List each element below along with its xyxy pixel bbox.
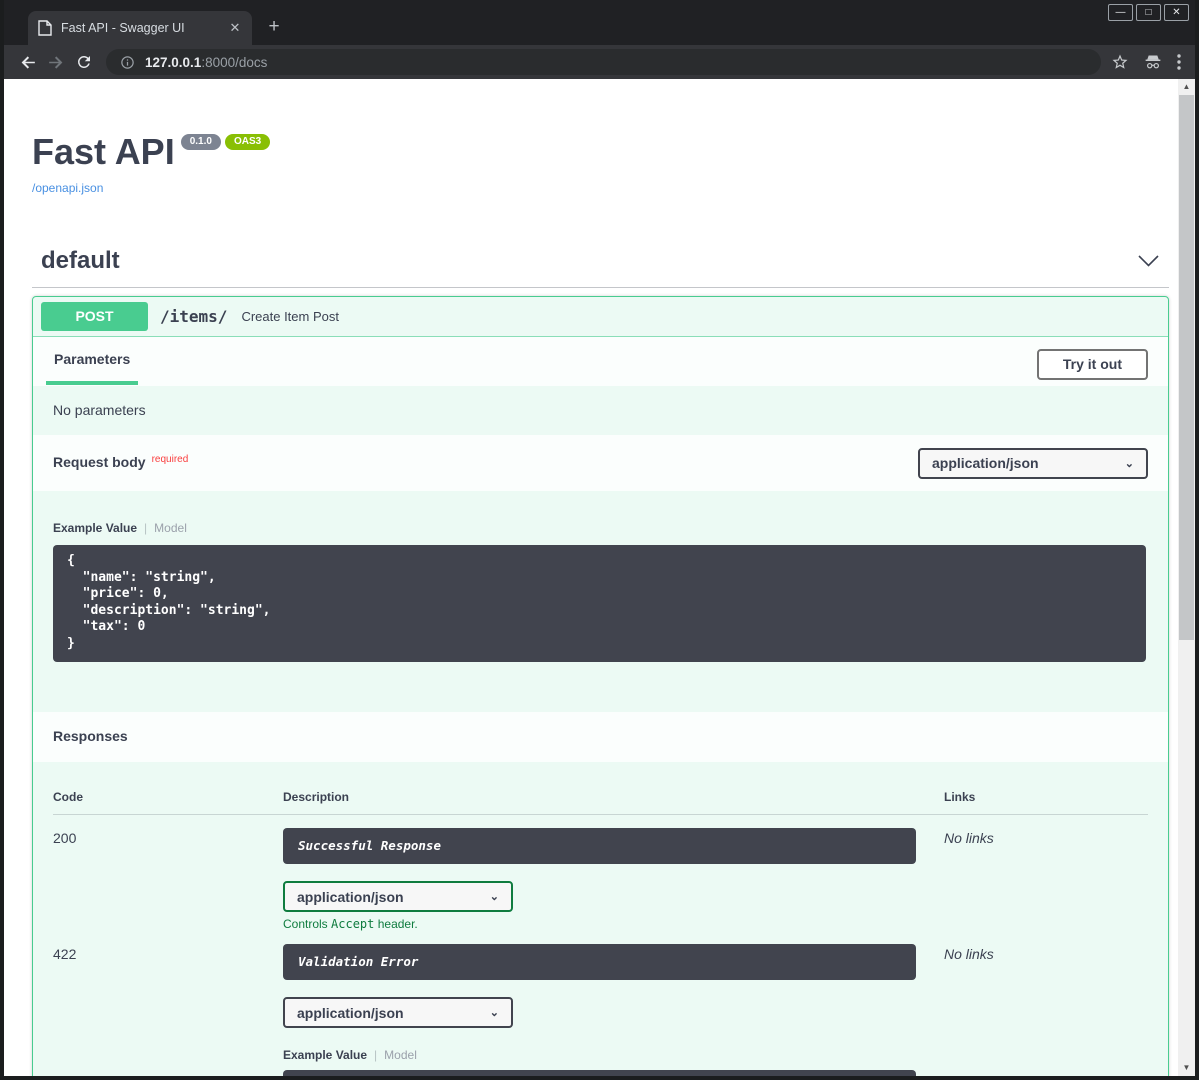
- address-bar[interactable]: 127.0.0.1:8000/docs: [106, 49, 1101, 75]
- parameters-header: Parameters Try it out: [33, 337, 1168, 386]
- response-code: 422: [53, 944, 283, 1076]
- validation-error-example-code: [283, 1070, 916, 1076]
- browser-window: Fast API - Swagger UI ✕ + — □ ✕ 127.0.0.…: [0, 0, 1199, 1080]
- response-content-type-select-200[interactable]: application/json ⌄: [283, 881, 513, 912]
- site-info-icon[interactable]: [120, 55, 135, 70]
- responses-header: Responses: [33, 712, 1168, 762]
- opblock-summary[interactable]: POST /items/ Create Item Post: [33, 297, 1168, 337]
- window-maximize-button[interactable]: □: [1136, 4, 1161, 21]
- select-chevron-icon: ⌄: [1125, 457, 1134, 470]
- response-content-type-select-422[interactable]: application/json ⌄: [283, 997, 513, 1028]
- refresh-icon[interactable]: [70, 48, 98, 76]
- method-badge: POST: [41, 302, 148, 331]
- response-code: 200: [53, 828, 283, 931]
- operation-summary: Create Item Post: [241, 309, 339, 324]
- browser-toolbar: 127.0.0.1:8000/docs: [4, 45, 1195, 79]
- window-close-button[interactable]: ✕: [1164, 4, 1189, 21]
- page-document-icon: [38, 20, 52, 36]
- example-json-code: { "name": "string", "price": 0, "descrip…: [53, 545, 1146, 662]
- scrollbar-thumb[interactable]: [1179, 95, 1194, 640]
- tag-section-header[interactable]: default: [32, 247, 1169, 288]
- select-chevron-icon: ⌄: [490, 1006, 499, 1019]
- responses-table: Code Description Links 200 Successful Re…: [33, 762, 1168, 1076]
- window-minimize-button[interactable]: —: [1108, 4, 1133, 21]
- version-badge: 0.1.0: [181, 134, 221, 150]
- url-host: 127.0.0.1: [145, 55, 201, 70]
- bookmark-star-icon[interactable]: [1111, 53, 1129, 71]
- request-content-type-select[interactable]: application/json ⌄: [918, 448, 1148, 479]
- required-label: required: [152, 454, 189, 465]
- scrollbar-down-icon[interactable]: ▼: [1178, 1060, 1195, 1076]
- chevron-down-icon[interactable]: [1138, 255, 1159, 267]
- col-description: Description: [283, 790, 944, 804]
- vertical-scrollbar[interactable]: ▲ ▼: [1178, 79, 1195, 1076]
- incognito-icon: [1143, 53, 1163, 71]
- response-row-422: 422 Validation Error application/json ⌄ …: [53, 931, 1148, 1076]
- tab-example-value[interactable]: Example Value: [283, 1048, 367, 1062]
- swagger-page: ▲ ▼ Fast API 0.1.0OAS3 /openapi.json defa…: [4, 79, 1195, 1076]
- select-chevron-icon: ⌄: [490, 890, 499, 903]
- oas3-badge: OAS3: [225, 134, 270, 150]
- col-code: Code: [53, 790, 283, 804]
- tab-model[interactable]: Model: [384, 1048, 417, 1062]
- forward-icon[interactable]: [42, 48, 70, 76]
- response-links: No links: [944, 828, 1148, 931]
- response-row-200: 200 Successful Response application/json…: [53, 815, 1148, 931]
- accept-header-note: Controls Accept header.: [283, 917, 944, 931]
- tab-example-value[interactable]: Example Value: [53, 521, 137, 535]
- tag-section-title: default: [41, 247, 120, 275]
- col-links: Links: [944, 790, 1148, 804]
- tab-close-icon[interactable]: ✕: [226, 20, 244, 36]
- response-links: No links: [944, 944, 1148, 1076]
- browser-tab[interactable]: Fast API - Swagger UI ✕: [28, 11, 252, 45]
- tab-parameters[interactable]: Parameters: [46, 348, 138, 385]
- tab-model[interactable]: Model: [154, 521, 187, 535]
- response-description: Validation Error: [283, 944, 916, 980]
- url-path: :8000/docs: [201, 55, 267, 70]
- menu-kebab-icon[interactable]: [1177, 54, 1181, 70]
- response-description: Successful Response: [283, 828, 916, 864]
- operation-path: /items/: [160, 307, 227, 326]
- request-body-example: Example Value|Model { "name": "string", …: [33, 491, 1168, 712]
- no-parameters-text: No parameters: [33, 386, 1168, 435]
- opblock-post-items: POST /items/ Create Item Post Parameters…: [32, 296, 1169, 1076]
- tab-strip: Fast API - Swagger UI ✕ + — □ ✕: [4, 0, 1195, 45]
- back-icon[interactable]: [14, 48, 42, 76]
- openapi-spec-link[interactable]: /openapi.json: [32, 181, 1169, 195]
- try-it-out-button[interactable]: Try it out: [1037, 349, 1148, 380]
- request-body-header: Request body required application/json ⌄: [33, 435, 1168, 491]
- new-tab-button[interactable]: +: [262, 16, 286, 38]
- scrollbar-up-icon[interactable]: ▲: [1178, 79, 1195, 95]
- page-title: Fast API: [32, 131, 175, 172]
- request-body-label: Request body: [53, 454, 146, 470]
- tab-title: Fast API - Swagger UI: [61, 21, 226, 35]
